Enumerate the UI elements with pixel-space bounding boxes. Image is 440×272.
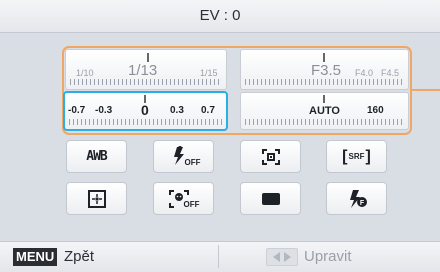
- back-label[interactable]: Zpět: [64, 247, 94, 267]
- aperture-dial[interactable]: F3.5 F4.0 F4.5: [240, 49, 409, 90]
- frame-pointer-line: [412, 89, 440, 91]
- white-balance-button[interactable]: AWB: [66, 140, 127, 173]
- aspect-button[interactable]: [240, 182, 301, 215]
- focus-area-button[interactable]: [66, 182, 127, 215]
- srf-button[interactable]: [ SRF ]: [326, 140, 387, 173]
- iso-next-value: 160: [367, 105, 384, 116]
- aperture-next-value-2: F4.5: [381, 68, 400, 78]
- shutter-current-value: 1/13: [128, 62, 158, 79]
- bottom-divider: [218, 245, 219, 268]
- ev-value-zero: 0: [141, 102, 149, 118]
- svg-text:F: F: [359, 200, 364, 207]
- aperture-next-value-1: F4.0: [355, 68, 374, 78]
- flash-button[interactable]: F: [326, 182, 387, 215]
- iso-current-value: AUTO: [309, 105, 340, 117]
- metering-icon: [261, 148, 280, 165]
- iso-center-mark: [323, 95, 325, 103]
- rectangle-icon: [261, 192, 280, 205]
- shutter-center-mark: [147, 53, 149, 62]
- aperture-current-value: F3.5: [311, 62, 342, 79]
- flash-icon: F: [349, 189, 367, 208]
- shutter-speed-dial[interactable]: 1/10 1/13 1/15: [65, 49, 227, 90]
- navigation-key[interactable]: [266, 248, 298, 266]
- ev-value-minus-0.7: -0.7: [68, 105, 86, 116]
- aperture-scale-ticks: [245, 79, 404, 85]
- left-right-arrows-icon: [273, 252, 291, 262]
- flash-off-label: OFF: [184, 158, 201, 167]
- edit-label[interactable]: Upravit: [304, 247, 352, 267]
- menu-key[interactable]: MENU: [13, 248, 58, 266]
- awb-icon: AWB: [86, 149, 108, 164]
- ev-scale-ticks: [69, 119, 222, 125]
- srf-icon: [ SRF ]: [342, 147, 371, 165]
- shutter-next-value: 1/15: [200, 68, 218, 78]
- shutter-scale-ticks: [70, 79, 222, 85]
- srf-label: SRF: [348, 152, 365, 161]
- ev-scale-dial[interactable]: -0.7 -0.3 0 0.3 0.7: [63, 91, 228, 131]
- iso-scale-ticks: [245, 119, 404, 125]
- shutter-prev-value: 1/10: [76, 68, 94, 78]
- face-detect-off-label: OFF: [183, 200, 200, 209]
- ev-value-plus-0.7: 0.7: [201, 105, 215, 116]
- ev-title: EV : 0: [199, 7, 241, 24]
- face-detect-off-button[interactable]: OFF: [153, 182, 214, 215]
- metering-button[interactable]: [240, 140, 301, 173]
- iso-dial[interactable]: AUTO 160: [240, 92, 409, 130]
- ev-value-minus-0.3: -0.3: [95, 105, 113, 116]
- ev-value-plus-0.3: 0.3: [170, 105, 184, 116]
- flash-off-button[interactable]: OFF: [153, 140, 214, 173]
- ev-header: EV : 0: [0, 0, 440, 33]
- focus-area-icon: [87, 189, 106, 208]
- camera-settings-screen: EV : 0 1/10 1/13 1/15 F3.5 F4.0 F4.5 -0.…: [0, 0, 440, 272]
- aperture-center-mark: [323, 53, 325, 62]
